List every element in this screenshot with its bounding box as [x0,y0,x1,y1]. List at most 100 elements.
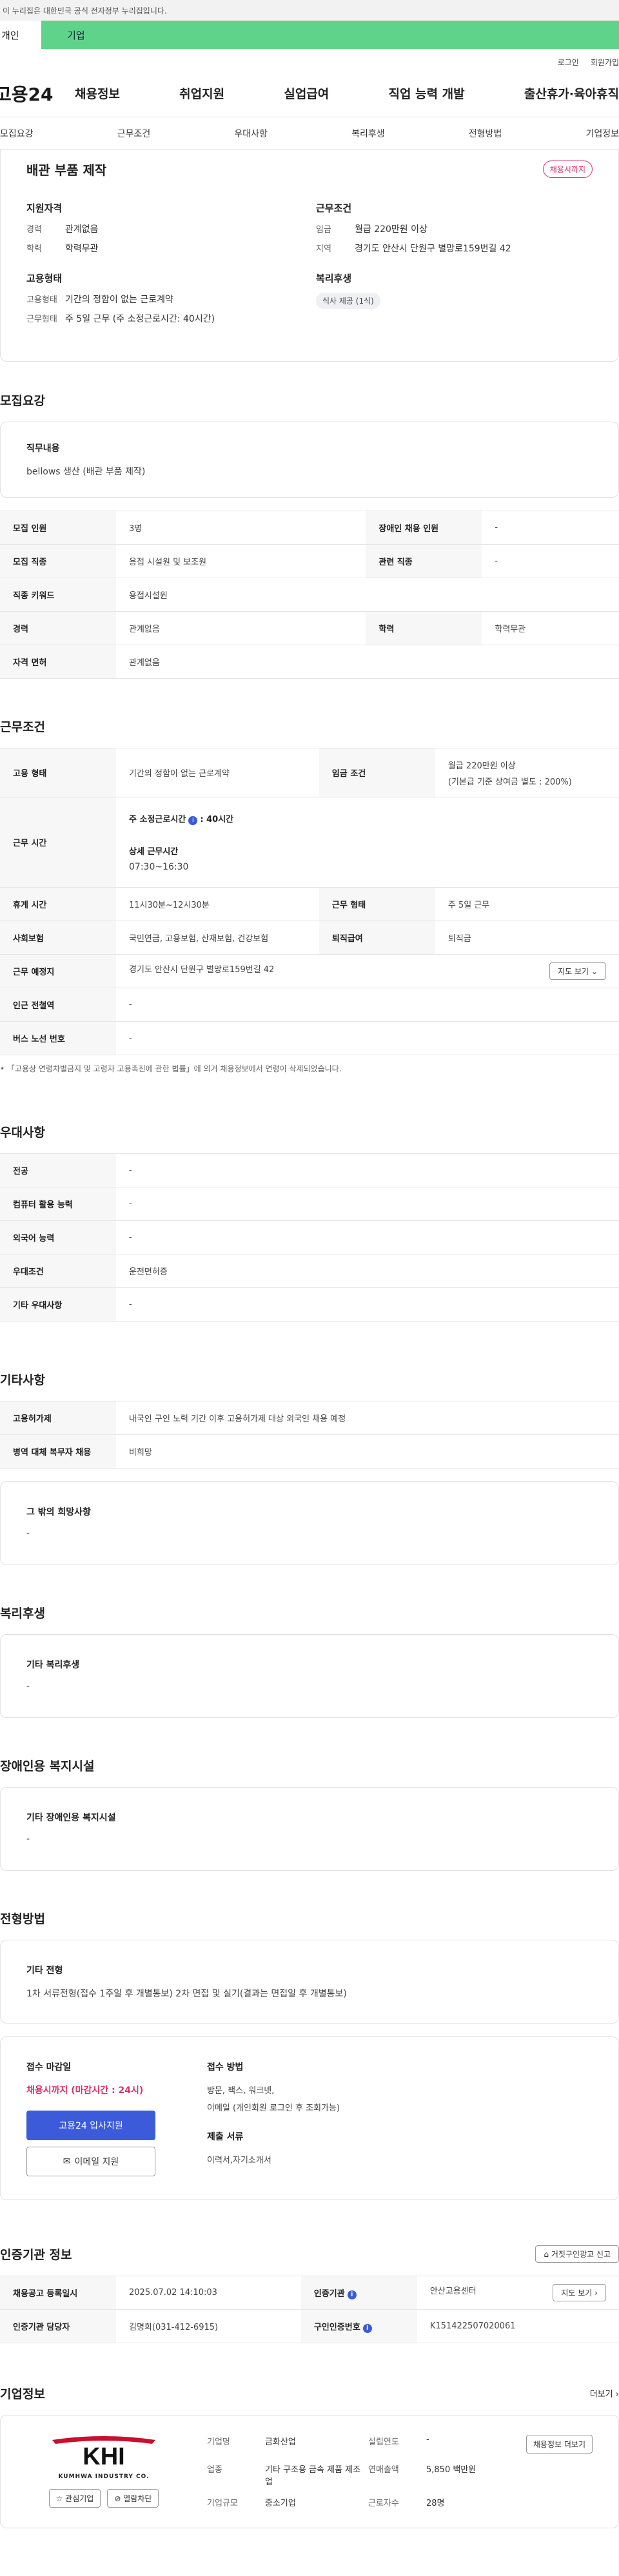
site-logo[interactable]: 고용24 [0,81,59,106]
job-more-button[interactable]: 채용정보 더보기 [526,2435,593,2454]
table-header: 우대조건 [0,1254,116,1288]
interest-company-button[interactable]: ☆ 관심기업 [48,2489,101,2508]
weekly-hours: 주 소정근로시간 i : 40시간 [129,812,606,825]
table-header: 근무 형태 [319,887,435,921]
work-place-value: 경기도 안산시 단원구 별망로159번길 42 [129,965,275,975]
table-row: 고용허가제 내국인 구인 노력 기간 이후 고용허가제 대상 외국인 채용 예정 [0,1401,619,1435]
report-button[interactable]: ⌂ 거짓구인광고 신고 [535,2245,619,2263]
anchor-tab-pref[interactable]: 우대사항 [234,127,268,140]
table-cell: - [116,1220,619,1254]
work-table: 고용 형태 기간의 정함이 없는 근로계약 임금 조건 월급 220만원 이상 … [0,748,619,1055]
tab-personal[interactable]: 개인 [0,21,41,49]
gnb-item-unemployment-benefit[interactable]: 실업급여 [284,84,329,102]
gnb-item-parental-leave[interactable]: 출산휴가·육아휴직 [524,84,619,102]
info-icon[interactable]: i [362,2323,372,2333]
service-tabs: 개인 기업 [0,21,619,49]
disability-value: - [26,1834,30,1844]
info-icon[interactable]: i [188,816,198,825]
deadline-value: 채용시까지 (마감시간 : 24시) [26,2085,144,2096]
table-row: 버스 노선 번호 - [0,1021,619,1055]
table-cell: 용접시설원 [116,578,619,612]
job-title: 배관 부품 제작 [26,162,107,178]
table-cell: 주 소정근로시간 i : 40시간 상세 근무시간 07:30~16:30 [116,797,619,888]
logo-subtitle: KUMHWA INDUSTRY CO. [58,2474,150,2480]
login-link[interactable]: 로그인 [558,57,579,68]
gnb-item-jobs[interactable]: 채용정보 [75,84,120,102]
email-apply-label: 이메일 지원 [74,2157,119,2167]
disability-label: 기타 장애인용 복지시설 [26,1813,116,1823]
anchor-tab-welfare[interactable]: 복리후생 [351,127,385,140]
anchor-tab-work[interactable]: 근무조건 [117,127,151,140]
section-title-disability: 장애인용 복지시설 [0,1759,95,1773]
company-logo-area: KHI KUMHWA INDUSTRY CO. ☆ 관심기업 ⊘ 열람차단 [26,2435,181,2508]
summary-head: 배관 부품 제작 채용시까지 [26,156,593,182]
company-logo: KHI [52,2436,155,2470]
email-apply-button[interactable]: ✉ 이메일 지원 [26,2147,155,2176]
duty-label: 직무내용 [26,444,60,454]
table-header: 기타 우대사항 [0,1287,116,1322]
table-header: 관련 직종 [366,544,482,578]
info-icon[interactable]: i [347,2290,357,2299]
gnb-item-training[interactable]: 직업 능력 개발 [389,84,465,102]
summary-value: 월급 220만원 이상 [355,224,427,235]
table-row: 우대조건 운전면허증 [0,1254,619,1288]
wage-value: 월급 220만원 이상 [447,761,516,771]
table-cell: 관계없음 [116,645,619,679]
table-row: 채용공고 등록일시 2025.07.02 14:10:03 인증기관 i 안산고용… [0,2276,619,2310]
tab-company[interactable]: 기업 [41,21,619,49]
other-wish-value: - [26,1528,30,1539]
section-title-cert: 인증기관 정보 [0,2248,72,2262]
table-header: 채용공고 등록일시 [0,2276,116,2310]
selection-etc-label: 기타 전형 [26,1966,63,1976]
summary-row: 임금 월급 220만원 이상 [316,222,593,235]
founded-label: 설립연도 [368,2437,399,2447]
map-button[interactable]: 지도 보기 ⌄ [549,962,606,980]
welfare-block: 복리후생 식사 제공 (1식) [316,271,593,309]
util-bar: 로그인 회원가입 [0,54,619,70]
deadline-label: 접수 마감일 [26,2062,72,2073]
summary-value: 경기도 안산시 단원구 별망로159번길 42 [355,244,511,254]
agency-map-button[interactable]: 지도 보기 › [553,2284,606,2301]
join-link[interactable]: 회원가입 [591,57,619,68]
table-cell: 경기도 안산시 단원구 별망로159번길 42 지도 보기 ⌄ [116,954,619,988]
cert-table: 채용공고 등록일시 2025.07.02 14:10:03 인증기관 i 안산고용… [0,2276,619,2343]
table-row: 외국어 능력 - [0,1220,619,1254]
anchor-tab-company[interactable]: 기업정보 [585,127,619,140]
gnb-item-employment-support[interactable]: 취업지원 [179,84,224,102]
duty-card: 직무내용 bellows 생산 (배관 부품 제작) [0,422,619,498]
section-title-company: 기업정보 [0,2387,45,2401]
table-cell: 용접 시설원 및 보조원 [116,544,366,578]
logo-text: KHI [83,2443,124,2470]
table-cell: 월급 220만원 이상 (기본급 기준 상여금 별도 : 200%) [435,748,619,797]
table-cell: 퇴직금 [435,921,619,955]
table-header: 고용허가제 [0,1401,116,1435]
table-cell: - [482,511,619,545]
table-header: 임금 조건 [319,748,435,797]
table-row: 근무 시간 주 소정근로시간 i : 40시간 상세 근무시간 07:30~16:… [0,797,619,888]
method-value-1: 방문, 팩스, 워크넷, [207,2086,275,2096]
weekly-hours-value: : 40시간 [200,815,234,825]
company-more-link[interactable]: 더보기 › [590,2387,619,2399]
sales-label: 연매출액 [368,2465,399,2475]
table-header: 인증기관 i [300,2276,417,2310]
employment-title: 고용형태 [26,273,63,284]
anchor-tab-selection[interactable]: 전형방법 [469,127,502,140]
anchor-tab-recruit[interactable]: 모집요강 [0,127,34,140]
section-title-recruit: 모집요강 [0,394,45,408]
summary-grid: 지원자격 경력 관계없음 학력 학력무관 고용형태 고용형태 기간의 정함이 없는 근… [26,201,593,342]
mail-icon: ✉ [63,2156,71,2167]
block-view-button[interactable]: ⊘ 열람차단 [107,2489,159,2508]
table-cell: 기간의 정함이 없는 근로계약 [116,748,319,797]
table-header: 인근 전철역 [0,988,116,1022]
table-cell: - [116,1187,619,1221]
selection-etc-value: 1차 서류전형(접수 1주일 후 개별통보) 2차 면접 및 실기(결과는 면접… [26,1989,347,1999]
apply-button[interactable]: 고용24 입사지원 [26,2111,155,2140]
table-cell: 국민연금, 고용보험, 산재보험, 건강보험 [116,921,319,955]
pref-table: 전공 - 컴퓨터 활용 능력 - 외국어 능력 - 우대조건 운전면허증 기타 우대사항… [0,1153,619,1322]
industry-label: 업종 [207,2465,222,2475]
table-row: 모집 인원 3명 장애인 채용 인원 - [0,511,619,545]
sales-value: 5,850 백만원 [426,2465,477,2475]
table-cell: 2025.07.02 14:10:03 [116,2276,301,2310]
summary-row: 지역 경기도 안산시 단원구 별망로159번길 42 [316,242,593,255]
summary-row: 경력 관계없음 [26,222,303,235]
